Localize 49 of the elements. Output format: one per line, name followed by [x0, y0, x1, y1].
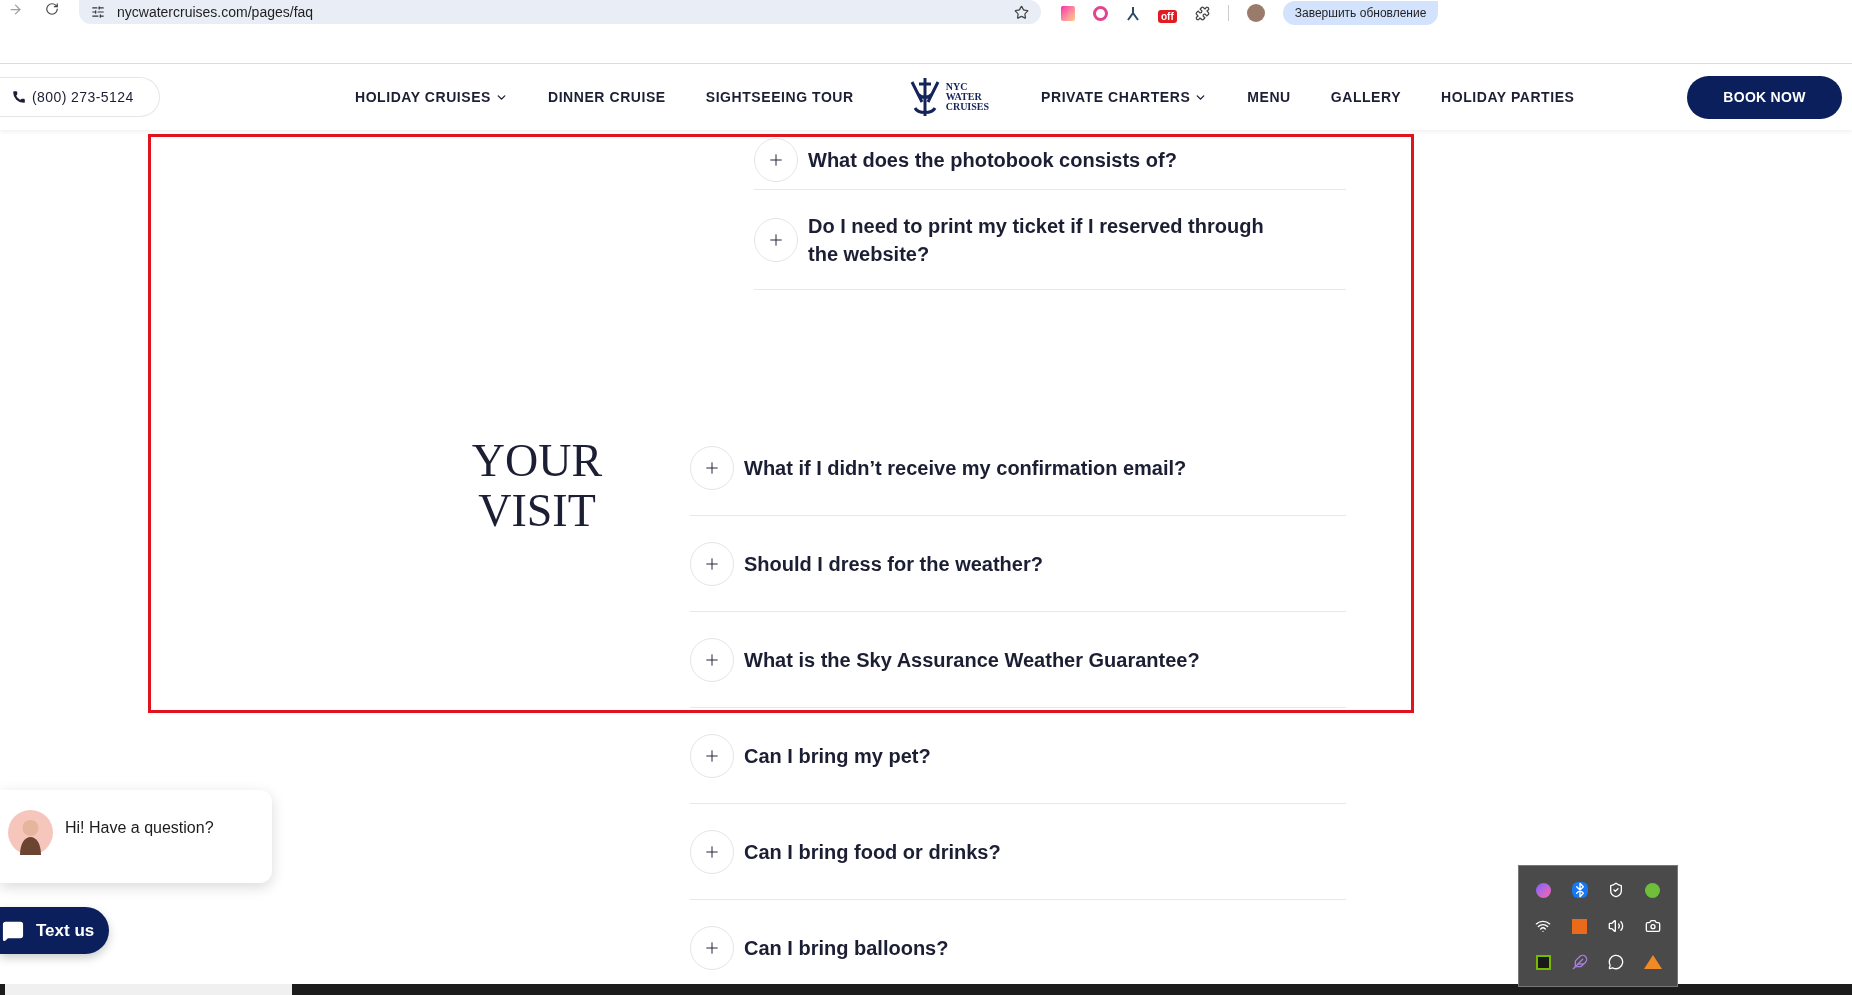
nav-link[interactable]: HOLIDAY PARTIES — [1441, 86, 1575, 108]
nav-link[interactable]: DINNER CRUISE — [548, 86, 666, 108]
feather-icon[interactable] — [1571, 954, 1588, 970]
fork-icon[interactable] — [1126, 5, 1140, 21]
reload-icon[interactable] — [45, 2, 59, 16]
url-text: nycwatercruises.com/pages/faq — [117, 2, 314, 22]
triangle-logo-icon[interactable] — [1643, 955, 1662, 969]
star-icon[interactable] — [1014, 4, 1029, 20]
nav-link[interactable]: SIGHTSEEING TOUR — [705, 86, 854, 108]
avatar — [8, 810, 53, 855]
faq-question[interactable]: Can I bring food or drinks? — [744, 837, 1001, 866]
wifi-icon[interactable] — [1535, 918, 1552, 934]
faq-question[interactable]: What does the photobook consists of? — [808, 145, 1177, 174]
speaker-icon[interactable] — [1608, 918, 1625, 934]
shield-icon[interactable] — [1608, 882, 1625, 898]
app-tile-icon[interactable] — [1572, 918, 1588, 934]
update-button[interactable]: Завершить обновление — [1282, 1, 1439, 25]
message-icon — [2, 919, 24, 942]
logo-text: NYC — [945, 82, 969, 92]
chat-greeting: Hi! Have a question? — [65, 818, 214, 838]
bluetooth-icon[interactable] — [1571, 882, 1588, 898]
faq-question[interactable]: What if I didn’t receive my confirmation email? — [744, 453, 1187, 482]
faq-question[interactable]: Can I bring balloons? — [744, 933, 949, 962]
book-now-button[interactable]: BOOK NOW — [1687, 75, 1842, 119]
logo-text: WATER — [945, 92, 983, 102]
faq-question[interactable]: Should I dress for the weather? — [744, 549, 1043, 578]
ring-icon[interactable] — [1093, 5, 1108, 21]
section-heading: YOUR VISIT — [470, 436, 604, 536]
profile-avatar[interactable] — [1246, 4, 1265, 22]
gradient-square-icon[interactable] — [1061, 5, 1075, 21]
faq-question[interactable]: Do I need to print my ticket if I reserved through the website? — [808, 211, 1288, 268]
address-bar[interactable]: nycwatercruises.com/pages/faq — [79, 0, 1041, 24]
forward-icon[interactable] — [8, 2, 23, 17]
nav-link[interactable]: MENU — [1247, 86, 1291, 108]
graphics-tile-icon[interactable] — [1535, 954, 1551, 970]
chat-bubble[interactable]: Hi! Have a question? — [0, 790, 272, 883]
chat-icon[interactable] — [1608, 954, 1625, 970]
puzzle-icon[interactable] — [1194, 5, 1210, 21]
camera-icon[interactable] — [1644, 918, 1661, 934]
nav-link[interactable]: PRIVATE CHARTERS — [1041, 86, 1208, 108]
site-settings-icon[interactable] — [91, 5, 105, 19]
text-us-button[interactable]: Text us — [0, 907, 109, 954]
phone-icon — [12, 90, 26, 104]
faq-question[interactable]: What is the Sky Assurance Weather Guarantee? — [744, 645, 1200, 674]
nav-link[interactable]: HOLIDAY CRUISES — [355, 86, 508, 108]
off-badge[interactable]: off — [1158, 9, 1177, 23]
logo-text: CRUISES — [945, 102, 990, 112]
nav-link[interactable]: GALLERY — [1330, 86, 1402, 108]
faq-question[interactable]: Can I bring my pet? — [744, 741, 931, 770]
